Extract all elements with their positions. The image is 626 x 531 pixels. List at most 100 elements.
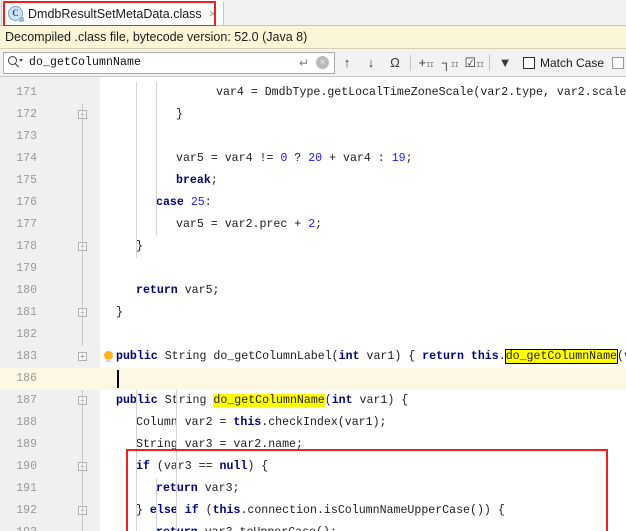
- add-selection-icon: +: [418, 55, 427, 70]
- remove-selection-icon: ┐: [441, 55, 451, 70]
- code-text[interactable]: }: [176, 104, 183, 126]
- code-line[interactable]: 178−}: [0, 236, 626, 258]
- code-text[interactable]: return var3.toUpperCase();: [156, 522, 337, 531]
- banner-text: Decompiled .class file, bytecode version…: [5, 30, 308, 44]
- add-occurrence-button[interactable]: + II: [414, 51, 438, 75]
- code-line[interactable]: 177 var5 = var2.prec + 2;: [0, 214, 626, 236]
- match-case-label: Match Case: [540, 55, 605, 70]
- code-text[interactable]: Column var2 = this.checkIndex(var1);: [136, 412, 386, 434]
- indent-guide: [136, 390, 137, 531]
- code-line[interactable]: 188 Column var2 = this.checkIndex(var1);: [0, 412, 626, 434]
- line-number: 176: [16, 196, 37, 209]
- code-editor[interactable]: 171 var4 = DmdbType.getLocalTimeZoneScale…: [0, 77, 626, 531]
- code-text[interactable]: } else if (this.connection.isColumnNameU…: [136, 500, 505, 522]
- remove-occurrence-button[interactable]: ┐ II: [438, 51, 462, 75]
- code-line[interactable]: 171 var4 = DmdbType.getLocalTimeZoneScale…: [0, 82, 626, 104]
- code-line[interactable]: 179: [0, 258, 626, 280]
- code-line[interactable]: 190−if (var3 == null) {: [0, 456, 626, 478]
- code-line[interactable]: 182: [0, 324, 626, 346]
- line-number: 182: [16, 328, 37, 341]
- find-toolbar: ↵ × ↑ ↓ Ω + II ┐ II ☑ II ▼: [0, 49, 626, 77]
- line-number: 178: [16, 240, 37, 253]
- code-text[interactable]: public String do_getColumnLabel(int var1…: [116, 346, 626, 368]
- line-number: 187: [16, 394, 37, 407]
- line-number: 179: [16, 262, 37, 275]
- code-text[interactable]: }: [136, 236, 143, 258]
- indent-guide: [176, 390, 177, 531]
- line-number: 193: [0, 522, 37, 531]
- regex-button[interactable]: Ω: [383, 51, 407, 75]
- code-line[interactable]: 176 case 25:: [0, 192, 626, 214]
- code-text[interactable]: public String do_getColumnName(int var1)…: [116, 390, 408, 412]
- code-text[interactable]: return var3;: [156, 478, 240, 500]
- line-number: 189: [16, 438, 37, 451]
- code-line[interactable]: 180 return var5;: [0, 280, 626, 302]
- omega-regex-icon: Ω: [390, 55, 400, 70]
- search-icon[interactable]: [8, 55, 23, 70]
- code-text[interactable]: String var3 = var2.name;: [136, 434, 303, 456]
- search-input[interactable]: [23, 55, 299, 70]
- line-number: 181: [16, 306, 37, 319]
- indent-guide: [136, 82, 137, 258]
- line-number: 192: [16, 504, 37, 517]
- editor-tab-bar: C DmdbResultSetMetaData.class ×: [0, 0, 626, 27]
- close-icon[interactable]: ×: [209, 7, 217, 20]
- match-case-checkbox[interactable]: [523, 56, 535, 69]
- fold-guide-line: [82, 104, 83, 346]
- code-line[interactable]: 183 + public String do_getColumnLabel(int …: [0, 346, 626, 368]
- filter-button[interactable]: ▼: [493, 51, 517, 75]
- enter-icon: ↵: [298, 55, 309, 70]
- code-text[interactable]: }: [116, 302, 123, 324]
- code-line[interactable]: 172−}: [0, 104, 626, 126]
- code-text[interactable]: var5 = var4 != 0 ? 20 + var4 : 19;: [176, 148, 413, 170]
- code-text[interactable]: var4 = DmdbType.getLocalTimeZoneScale(va…: [216, 82, 626, 104]
- line-number: 174: [16, 152, 37, 165]
- clear-search-icon[interactable]: ×: [316, 56, 329, 69]
- code-text[interactable]: break;: [176, 170, 218, 192]
- fold-guide-line: [82, 390, 83, 531]
- toolbar-separator: [410, 54, 411, 71]
- code-line[interactable]: 187−public String do_getColumnName(int v…: [0, 390, 626, 412]
- line-number: 172: [16, 108, 37, 121]
- line-number: 186: [16, 372, 37, 385]
- code-text[interactable]: if (var3 == null) {: [136, 456, 268, 478]
- code-line[interactable]: 174 var5 = var4 != 0 ? 20 + var4 : 19;: [0, 148, 626, 170]
- code-line[interactable]: 186: [0, 368, 626, 390]
- indent-guide: [156, 82, 157, 236]
- match-case-option[interactable]: Match Case: [523, 56, 604, 70]
- code-line[interactable]: 173: [0, 126, 626, 148]
- multi-caret-label: II: [426, 61, 434, 70]
- current-line-highlight: [0, 368, 626, 390]
- code-line[interactable]: 193 return var3.toUpperCase();: [0, 522, 626, 531]
- code-text[interactable]: var5 = var2.prec + 2;: [176, 214, 322, 236]
- select-all-icon: ☑: [464, 54, 477, 70]
- decompiler-window: C DmdbResultSetMetaData.class × Decompil…: [0, 0, 626, 531]
- intention-bulb-icon[interactable]: [103, 351, 114, 364]
- decompiled-notice-banner: Decompiled .class file, bytecode version…: [0, 26, 626, 49]
- line-number: 188: [16, 416, 37, 429]
- editor-tab-dmdbresultsetmetadata[interactable]: C DmdbResultSetMetaData.class ×: [1, 0, 225, 25]
- code-text[interactable]: case 25:: [156, 192, 212, 214]
- code-line[interactable]: 192−} else if (this.connection.isColumnN…: [0, 500, 626, 522]
- code-line[interactable]: 175 break;: [0, 170, 626, 192]
- words-checkbox[interactable]: [612, 56, 625, 69]
- code-text[interactable]: return var5;: [136, 280, 220, 302]
- line-number: 173: [16, 130, 37, 143]
- code-line[interactable]: 181−}: [0, 302, 626, 324]
- arrow-down-icon: ↓: [367, 55, 375, 70]
- multi-caret-label: II: [476, 61, 484, 70]
- fold-expand-icon[interactable]: +: [78, 352, 87, 361]
- select-all-occurrences-button[interactable]: ☑ II: [462, 51, 486, 75]
- code-line[interactable]: 189 String var3 = var2.name;: [0, 434, 626, 456]
- line-number: 177: [16, 218, 37, 231]
- line-number: 190: [16, 460, 37, 473]
- search-field[interactable]: ↵ ×: [3, 51, 335, 74]
- line-number: 175: [16, 174, 37, 187]
- code-line[interactable]: 191 return var3;: [0, 478, 626, 500]
- find-next-button[interactable]: ↓: [359, 51, 383, 75]
- indent-guide: [156, 478, 157, 531]
- find-previous-button[interactable]: ↑: [335, 51, 359, 75]
- class-file-icon: C: [8, 6, 24, 22]
- line-number: 183: [16, 350, 37, 363]
- line-number: 180: [16, 284, 37, 297]
